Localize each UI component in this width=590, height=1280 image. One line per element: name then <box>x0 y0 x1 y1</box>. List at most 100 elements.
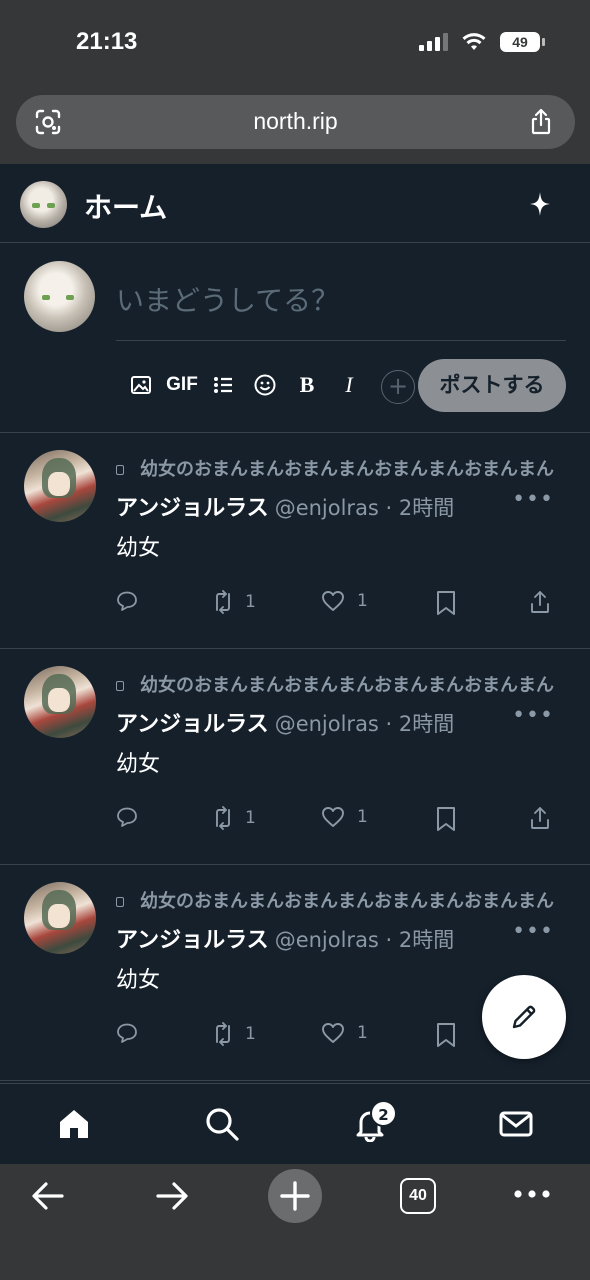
post-avatar[interactable] <box>24 666 96 738</box>
new-tab-button[interactable] <box>268 1169 322 1223</box>
post-context: 幼女のおまんまんおまんまんおまんまんおまんまん <box>116 455 556 481</box>
repost-button[interactable]: 1 <box>213 590 256 614</box>
bold-button[interactable]: B <box>286 367 328 403</box>
browser-top-chrome: 21:13 49 north.rip <box>0 0 590 164</box>
share-icon <box>531 807 549 829</box>
status-time: 21:13 <box>76 28 138 55</box>
bookmark-button[interactable] <box>436 1022 456 1048</box>
plus-icon <box>280 1181 310 1211</box>
post-avatar[interactable] <box>24 450 96 522</box>
post-actions: 1 1 <box>116 806 556 836</box>
reply-icon <box>117 807 137 827</box>
repost-count: 1 <box>245 808 256 828</box>
address-bar[interactable]: north.rip <box>16 95 575 149</box>
post-item[interactable]: 幼女のおまんまんおまんまんおまんまんおまんまん アンジョルラス @enjolras… <box>0 433 590 649</box>
like-count: 1 <box>357 1023 368 1043</box>
search-icon[interactable] <box>204 1106 240 1142</box>
more-icon[interactable]: ••• <box>512 487 554 512</box>
page-title: ホーム <box>84 191 168 224</box>
post-context: 幼女のおまんまんおまんまんおまんまんおまんまん <box>116 887 556 913</box>
compose-fab-button[interactable] <box>482 975 566 1059</box>
share-icon[interactable] <box>527 108 555 136</box>
post-author-row: アンジョルラス @enjolras · 2時間 <box>116 922 454 954</box>
post-author-row: アンジョルラス @enjolras · 2時間 <box>116 706 454 738</box>
like-button[interactable]: 1 <box>321 806 368 828</box>
reply-icon <box>117 591 137 611</box>
compose-box: いまどうしてる？ GIF B I + ポストする <box>0 243 590 433</box>
more-icon[interactable] <box>512 1186 552 1202</box>
like-icon <box>322 807 344 827</box>
repost-icon <box>216 1022 230 1046</box>
share-icon <box>531 591 549 613</box>
gif-button[interactable]: GIF <box>162 367 202 403</box>
author-handle: @enjolras · 2時間 <box>274 928 455 952</box>
post-context: 幼女のおまんまんおまんまんおまんまんおまんまん <box>116 671 556 697</box>
list-button[interactable] <box>202 367 244 403</box>
url-text[interactable]: north.rip <box>16 108 575 135</box>
author-name[interactable]: アンジョルラス <box>116 928 269 953</box>
bookmark-button[interactable] <box>436 590 456 616</box>
repost-icon <box>216 806 230 830</box>
context-icon <box>116 681 124 691</box>
more-icon[interactable]: ••• <box>512 919 554 944</box>
status-icons: 49 <box>419 32 545 52</box>
like-count: 1 <box>357 591 368 611</box>
author-handle: @enjolras · 2時間 <box>274 712 455 736</box>
post-item[interactable]: 幼女のおまんまんおまんまんおまんまんおまんまん アンジョルラス @enjolras… <box>0 649 590 865</box>
share-post-button[interactable] <box>530 806 550 830</box>
reply-button[interactable] <box>116 1022 138 1044</box>
pencil-icon <box>512 1005 536 1029</box>
home-icon[interactable] <box>56 1106 92 1142</box>
reply-button[interactable] <box>116 806 138 828</box>
repost-count: 1 <box>245 592 256 612</box>
compose-input[interactable]: いまどうしてる？ <box>116 279 339 319</box>
emoji-icon <box>254 374 276 396</box>
author-name[interactable]: アンジョルラス <box>116 712 269 737</box>
tabs-button[interactable]: 40 <box>400 1178 436 1214</box>
battery-indicator: 49 <box>500 32 545 52</box>
context-icon <box>116 897 124 907</box>
like-button[interactable]: 1 <box>321 1022 368 1044</box>
repost-icon <box>216 590 230 614</box>
reply-icon <box>117 1023 137 1043</box>
back-icon[interactable] <box>30 1178 66 1214</box>
like-button[interactable]: 1 <box>321 590 368 612</box>
author-handle: @enjolras · 2時間 <box>274 496 455 520</box>
profile-avatar[interactable] <box>20 181 67 228</box>
post-actions: 1 1 <box>116 590 556 620</box>
post-body: 幼女 <box>116 752 161 777</box>
share-post-button[interactable] <box>530 590 550 614</box>
compose-toolbar: GIF B I <box>120 367 370 403</box>
bookmark-icon <box>437 591 455 615</box>
context-icon <box>116 465 124 475</box>
repost-button[interactable]: 1 <box>213 806 256 830</box>
forward-icon[interactable] <box>154 1178 190 1214</box>
browser-bottom-toolbar: 40 <box>0 1164 590 1280</box>
compose-avatar <box>24 261 95 332</box>
compose-divider <box>116 340 566 341</box>
image-button[interactable] <box>120 367 162 403</box>
wifi-icon <box>462 33 486 50</box>
mail-icon[interactable] <box>498 1106 534 1142</box>
post-author-row: アンジョルラス @enjolras · 2時間 <box>116 490 454 522</box>
italic-button[interactable]: I <box>328 367 370 403</box>
repost-button[interactable]: 1 <box>213 1022 256 1046</box>
bookmark-icon <box>437 1023 455 1047</box>
author-name[interactable]: アンジョルラス <box>116 496 269 521</box>
post-body: 幼女 <box>116 968 161 993</box>
list-icon <box>214 377 232 393</box>
post-avatar[interactable] <box>24 882 96 954</box>
emoji-button[interactable] <box>244 367 286 403</box>
sparkle-icon[interactable] <box>530 192 550 216</box>
like-count: 1 <box>357 807 368 827</box>
more-icon[interactable]: ••• <box>512 703 554 728</box>
bottom-navigation: 2 <box>0 1083 590 1164</box>
post-button[interactable]: ポストする <box>418 359 566 412</box>
like-icon <box>322 1023 344 1043</box>
post-body: 幼女 <box>116 536 161 561</box>
add-thread-button[interactable]: + <box>381 370 415 404</box>
reply-button[interactable] <box>116 590 138 612</box>
bookmark-button[interactable] <box>436 806 456 832</box>
image-icon <box>131 376 151 394</box>
cellular-signal-icon <box>419 33 448 51</box>
